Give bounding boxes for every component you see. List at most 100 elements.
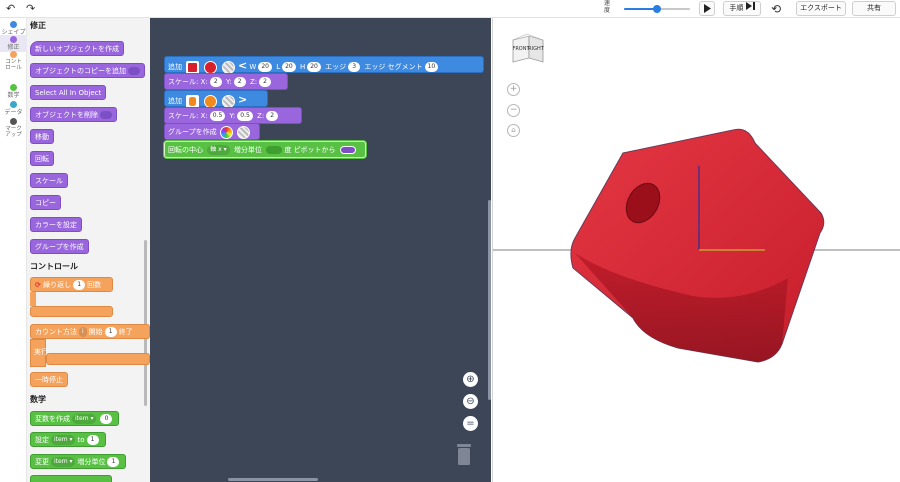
var-value-input[interactable]: 0 bbox=[100, 414, 113, 424]
shape-swatch[interactable] bbox=[186, 60, 200, 74]
block-add-copy[interactable]: オブジェクトのコピーを追加 bbox=[30, 63, 145, 78]
view-cube[interactable]: FRONT RIGHT bbox=[507, 32, 547, 68]
pivot-slot[interactable] bbox=[339, 146, 356, 154]
step-play-icon bbox=[745, 2, 755, 10]
3d-viewport[interactable]: FRONT RIGHT + − ⌂ bbox=[492, 18, 900, 482]
repeat-icon: ⟳ bbox=[35, 281, 41, 289]
view-zoom-in-button[interactable]: + bbox=[507, 83, 520, 96]
speed-slider[interactable] bbox=[624, 5, 690, 13]
block-rotate[interactable]: 回転 bbox=[30, 151, 54, 166]
block-set-color[interactable]: カラーを設定 bbox=[30, 217, 82, 232]
play-button[interactable] bbox=[699, 1, 715, 16]
scale-z-input[interactable]: 2 bbox=[266, 111, 279, 121]
play-icon bbox=[704, 4, 711, 13]
height-input[interactable]: 20 bbox=[307, 62, 321, 72]
zoom-reset-button[interactable]: = bbox=[463, 416, 478, 431]
scale-z-input[interactable]: 2 bbox=[259, 77, 272, 87]
slot[interactable] bbox=[128, 67, 140, 75]
section-title-math: 数学 bbox=[30, 395, 46, 404]
block-change-variable[interactable]: 変更 item ▾ 増分単位 1 bbox=[30, 454, 127, 469]
workspace-vertical-scrollbar[interactable] bbox=[488, 200, 491, 400]
length-input[interactable]: 20 bbox=[282, 62, 296, 72]
speed-label: 速度 bbox=[603, 0, 610, 14]
block-scale-1[interactable]: スケール: X: 2 Y: 2 Z: 2 bbox=[164, 73, 288, 90]
zoom-out-icon: ⊖ bbox=[466, 396, 475, 407]
top-toolbar: ↶ ↷ 速度 手順 ⟲ エクスポート 共有 bbox=[0, 0, 900, 18]
block-new-object[interactable]: 新しいオブジェクトを作成 bbox=[30, 41, 124, 56]
block-delete-object[interactable]: オブジェクトを削除 bbox=[30, 107, 117, 122]
block-set-variable[interactable]: 設定 item ▾ to 1 bbox=[30, 432, 106, 447]
chevron-right-icon[interactable]: > bbox=[238, 93, 247, 106]
angle-slot[interactable] bbox=[266, 146, 283, 154]
block-move[interactable]: 移動 bbox=[30, 129, 54, 144]
repeat-count-input[interactable]: 1 bbox=[73, 280, 86, 290]
color-picker[interactable] bbox=[204, 94, 218, 108]
view-zoom-out-button[interactable]: − bbox=[507, 104, 520, 117]
undo-icon[interactable]: ↶ bbox=[6, 2, 15, 16]
count-start-input[interactable]: 1 bbox=[104, 327, 117, 337]
scale-x-input[interactable]: 2 bbox=[209, 77, 222, 87]
var-dropdown[interactable]: item ▾ bbox=[51, 435, 76, 445]
slot[interactable] bbox=[100, 111, 112, 119]
rainbow-color-icon[interactable] bbox=[219, 125, 233, 139]
shape-swatch[interactable] bbox=[186, 94, 200, 108]
color-picker[interactable] bbox=[204, 60, 218, 74]
flyout-scrollbar[interactable] bbox=[144, 240, 147, 406]
axis-dropdown[interactable]: 軸 x ▾ bbox=[207, 145, 230, 155]
block-create-group-ws[interactable]: グループを作成 bbox=[164, 123, 260, 140]
block-copy[interactable]: コピー bbox=[30, 195, 61, 210]
block-scale-2[interactable]: スケール: X: 0.5 Y: 0.5 Z: 2 bbox=[164, 107, 302, 124]
segments-input[interactable]: 10 bbox=[424, 62, 439, 72]
var-value-input[interactable]: 1 bbox=[86, 435, 99, 445]
share-button[interactable]: 共有 bbox=[852, 1, 896, 16]
scale-x-input[interactable]: 0.5 bbox=[209, 111, 226, 121]
view-home-button[interactable]: ⌂ bbox=[507, 124, 520, 137]
export-button[interactable]: エクスポート bbox=[796, 1, 846, 16]
var-dropdown[interactable]: item ▾ bbox=[51, 457, 76, 467]
block-select-all[interactable]: Select All In Object bbox=[30, 85, 107, 100]
home-icon: ⌂ bbox=[511, 126, 516, 134]
category-modify[interactable]: 修正 bbox=[0, 35, 27, 52]
speed-slider-thumb[interactable] bbox=[653, 5, 661, 13]
category-math[interactable]: 数学 bbox=[0, 84, 27, 99]
block-count-loop[interactable]: カウント方法 i 開始 1 終了 bbox=[30, 324, 150, 339]
material-picker[interactable] bbox=[221, 94, 235, 108]
3d-scene bbox=[493, 128, 900, 363]
scale-y-input[interactable]: 2 bbox=[233, 77, 246, 87]
block-add-shape[interactable]: 追加 < W 20 L 20 H 20 エッジ 3 エッジ セグメント 10 bbox=[164, 56, 484, 74]
block-add-shape-2[interactable]: 追加 > bbox=[164, 90, 268, 108]
zoom-out-button[interactable]: ⊖ bbox=[463, 394, 478, 409]
category-markup[interactable]: マークアップ bbox=[0, 118, 27, 138]
category-dot-icon bbox=[10, 36, 17, 43]
var-value-input[interactable]: 1 bbox=[107, 457, 120, 467]
block-rotate-around[interactable]: 回転の中心 軸 x ▾ 増分単位 度 ピボットから bbox=[164, 141, 366, 158]
count-var-dropdown[interactable]: i bbox=[79, 327, 87, 337]
block-scale[interactable]: スケール bbox=[30, 173, 68, 188]
workspace-horizontal-scrollbar[interactable] bbox=[228, 478, 318, 481]
var-dropdown[interactable]: item ▾ bbox=[72, 414, 97, 424]
material-picker[interactable] bbox=[237, 125, 251, 139]
reset-icon[interactable]: ⟲ bbox=[771, 2, 781, 16]
section-title-modify: 修正 bbox=[30, 21, 46, 30]
redo-icon[interactable]: ↷ bbox=[26, 2, 35, 16]
block-pause[interactable]: 一時停止 bbox=[30, 372, 68, 387]
step-button[interactable]: 手順 bbox=[723, 1, 761, 16]
block-more-math[interactable] bbox=[30, 475, 112, 482]
category-data[interactable]: データ bbox=[0, 101, 27, 116]
zoom-in-button[interactable]: ⊕ bbox=[463, 372, 478, 387]
category-control[interactable]: コントロール bbox=[0, 51, 27, 71]
repeat-c-arm bbox=[30, 292, 36, 306]
block-repeat[interactable]: ⟳ 繰り返し 1 回数 bbox=[30, 277, 113, 292]
scale-y-input[interactable]: 0.5 bbox=[237, 111, 253, 121]
width-input[interactable]: 20 bbox=[258, 62, 272, 72]
material-picker[interactable] bbox=[221, 60, 235, 74]
edges-input[interactable]: 3 bbox=[348, 62, 361, 72]
cube-shape-icon bbox=[188, 62, 198, 72]
category-sidebar: シェイプ 修正 コントロール 数学 データ マークアップ bbox=[0, 18, 27, 482]
category-dot-icon bbox=[10, 101, 17, 108]
category-shape[interactable]: シェイプ bbox=[0, 21, 27, 36]
block-create-group[interactable]: グループを作成 bbox=[30, 239, 89, 254]
chevron-left-icon[interactable]: < bbox=[238, 59, 247, 72]
trash-icon[interactable] bbox=[456, 442, 472, 466]
block-create-variable[interactable]: 変数を作成 item ▾ 0 bbox=[30, 411, 120, 426]
